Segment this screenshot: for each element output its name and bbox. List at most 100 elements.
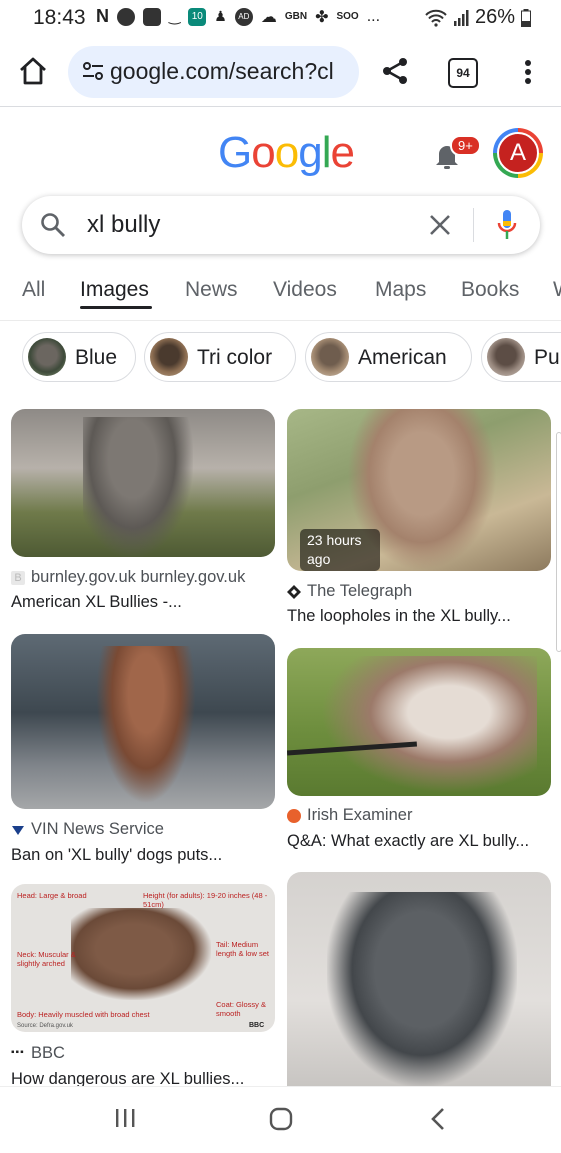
chip-puppy[interactable]: Puppy: [481, 332, 561, 382]
logo-letter: o: [274, 128, 300, 177]
result-image-1[interactable]: [11, 409, 275, 557]
result-image-6[interactable]: [287, 872, 551, 1086]
dog-shape: [96, 646, 196, 804]
dog-shape: [317, 656, 537, 796]
youtube-icon: [143, 7, 161, 26]
google-logo[interactable]: Google: [218, 128, 355, 178]
wifi-icon: [425, 9, 447, 27]
infographic-body-label: Body: Heavily muscled with broad chest: [17, 1010, 150, 1019]
result-image-4[interactable]: 23 hours ago: [287, 409, 551, 571]
result-source[interactable]: ▪▪▪ BBC: [11, 1044, 65, 1063]
chip-thumbnail: [150, 338, 188, 376]
infographic-credit: Source: Defra.gov.uk: [17, 1023, 73, 1029]
result-image-3[interactable]: Head: Large & broad Height (for adults):…: [11, 884, 275, 1032]
infographic-neck-label: Neck: Muscular & slightly arched: [17, 950, 76, 968]
clover-icon: ✤: [315, 8, 329, 26]
home-icon[interactable]: [18, 56, 48, 86]
search-box[interactable]: xl bully: [22, 196, 540, 254]
messenger-icon: [117, 7, 135, 26]
source-name: Irish Examiner: [307, 806, 413, 824]
app-10-icon: 10: [188, 7, 207, 26]
status-icons: N ‿ 10 ♟ AD ☁ GBN ✤ SOO ...: [96, 6, 380, 27]
result-image-2[interactable]: [11, 634, 275, 809]
tab-switcher-button[interactable]: 94: [448, 58, 478, 88]
share-icon[interactable]: [380, 56, 410, 86]
infographic-tail-label: Tail: Medium length & low set: [216, 940, 269, 958]
url-text[interactable]: google.com/search?cl: [110, 58, 352, 85]
chip-american[interactable]: American: [305, 332, 472, 382]
avatar-letter: A: [497, 132, 539, 174]
gbn-icon: GBN: [284, 11, 308, 22]
battery-percent: 26%: [474, 6, 515, 28]
logo-letter: G: [218, 128, 252, 177]
logo-letter: g: [298, 128, 323, 177]
notification-badge: 9+: [450, 135, 481, 156]
active-tab-indicator: [80, 306, 152, 309]
site-settings-icon[interactable]: [82, 60, 104, 82]
favicon-icon: ▪▪▪: [11, 1046, 25, 1058]
bbc-logo: BBC: [249, 1022, 265, 1029]
source-name: burnley.gov.uk burnley.gov.uk: [31, 568, 246, 586]
recents-icon[interactable]: [114, 1107, 136, 1129]
tab-images[interactable]: Images: [80, 278, 149, 302]
more-menu-icon[interactable]: [516, 56, 540, 88]
favicon-icon: B: [11, 570, 25, 585]
amazon-icon: ‿: [169, 8, 181, 24]
browser-toolbar: google.com/search?cl 94: [0, 40, 561, 107]
tab-news[interactable]: News: [185, 278, 238, 302]
source-name: The Telegraph: [307, 582, 413, 600]
source-name: VIN News Service: [31, 820, 164, 838]
result-title[interactable]: The loopholes in the XL bully...: [287, 607, 511, 626]
favicon-icon: [287, 584, 301, 599]
status-time: 18:43: [33, 6, 86, 29]
home-nav-icon[interactable]: [269, 1107, 293, 1131]
result-title[interactable]: American XL Bullies -...: [11, 593, 182, 612]
account-avatar[interactable]: A: [493, 128, 543, 178]
microphone-icon[interactable]: [496, 208, 518, 242]
infographic-head-label: Head: Large & broad: [17, 891, 87, 900]
result-source[interactable]: Irish Examiner: [287, 806, 412, 825]
tab-more[interactable]: W: [553, 278, 561, 302]
tab-videos[interactable]: Videos: [273, 278, 337, 302]
tab-all[interactable]: All: [22, 278, 45, 302]
chip-thumbnail: [28, 338, 66, 376]
logo-letter: e: [330, 128, 355, 177]
status-right: 26%: [425, 6, 531, 29]
chip-tri-color[interactable]: Tri color: [144, 332, 296, 382]
result-source[interactable]: B burnley.gov.uk burnley.gov.uk: [11, 568, 245, 587]
search-input[interactable]: xl bully: [87, 211, 160, 239]
result-title[interactable]: Ban on 'XL bully' dogs puts...: [11, 846, 222, 865]
ad-icon: AD: [234, 7, 253, 26]
result-image-5[interactable]: [287, 648, 551, 796]
result-source[interactable]: The Telegraph: [287, 582, 412, 601]
cat-icon: ♟: [214, 8, 227, 24]
chip-blue[interactable]: Blue: [22, 332, 136, 382]
favicon-icon: [287, 808, 301, 823]
system-nav-bar: [0, 1086, 561, 1153]
clear-icon[interactable]: [427, 212, 453, 238]
soo-icon: SOO: [336, 11, 359, 22]
tab-maps[interactable]: Maps: [375, 278, 426, 302]
search-nav-tabs: All Images News Videos Maps Books W: [0, 262, 561, 321]
chip-thumbnail: [311, 338, 349, 376]
status-bar: 18:43 N ‿ 10 ♟ AD ☁ GBN ✤ SOO ... 26%: [0, 0, 561, 34]
timestamp-badge: 23 hours ago: [300, 529, 380, 571]
result-source[interactable]: VIN News Service: [11, 820, 164, 839]
infographic-coat-label: Coat: Glossy & smooth: [216, 1000, 267, 1018]
netflix-icon: N: [96, 6, 109, 26]
chip-label: American: [358, 346, 447, 369]
tab-books[interactable]: Books: [461, 278, 519, 302]
search-icon: [41, 213, 65, 237]
cloud-icon: ☁: [260, 8, 277, 26]
dog-shape: [327, 892, 517, 1086]
signal-icon: [453, 9, 469, 26]
result-title[interactable]: Q&A: What exactly are XL bully...: [287, 832, 529, 851]
search-divider: [473, 208, 474, 242]
scrollbar[interactable]: [556, 432, 561, 652]
address-bar[interactable]: google.com/search?cl: [68, 46, 359, 98]
chip-label: Tri color: [197, 346, 273, 369]
dog-shape: [71, 908, 211, 1000]
back-icon[interactable]: [430, 1107, 446, 1131]
dog-shape: [83, 417, 193, 557]
chip-label: Blue: [75, 346, 118, 369]
